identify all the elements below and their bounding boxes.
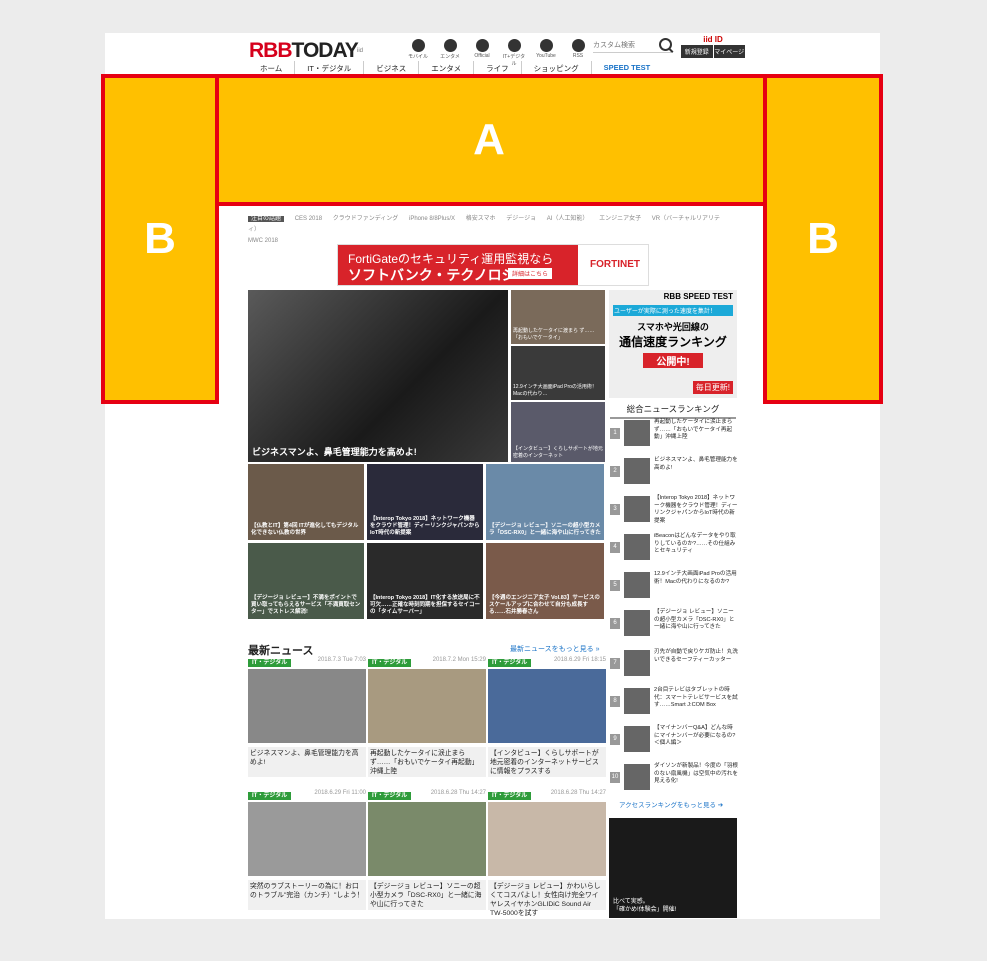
- search-icon[interactable]: [659, 38, 672, 51]
- hero-caption: ビジネスマンよ、鼻毛管理能力を高めよ!: [252, 447, 417, 457]
- site-logo[interactable]: RBBTODAY: [249, 39, 359, 63]
- ranking-item[interactable]: 9 【マイナンバーQ&A】どんな時にマイナンバーが必要になるの?＜個人編＞: [610, 724, 738, 758]
- logo-sub: iid: [357, 48, 364, 54]
- youtube-icon: [539, 39, 553, 52]
- ranking-item[interactable]: 7 刃先が自動で戻りケガ防止！丸洗いできるセーフティーカッター: [610, 648, 738, 682]
- topic-tags: 注目の話題 CES 2018 クラウドファンディング iPhone 8/8Plu…: [248, 214, 738, 247]
- banner-brand: FORTINET: [590, 259, 640, 270]
- ranking-item[interactable]: 6 【デジージョ レビュー】ソニーの超小型カメラ「DSC-RX0」と一緒に海や山に…: [610, 608, 738, 642]
- ranking-title: 総合ニュースランキング: [610, 403, 736, 419]
- id-logo: iid ID: [703, 35, 723, 44]
- news-card[interactable]: IT・デジタル 2018.6.28 Thu 14:27 【デジージョ レビュー】ソ…: [368, 790, 486, 910]
- id-box: iid ID 新規登録 マイページ: [681, 35, 745, 58]
- ranking-item[interactable]: 4 iBeaconはどんなデータをやり取りしているのか?……その仕組みとセキュリテ…: [610, 532, 738, 566]
- side-thumb[interactable]: 再起動したケータイに渡まら ず……「おもいでケータイ」: [511, 290, 605, 344]
- twitter-icon: [507, 39, 521, 52]
- tag-item[interactable]: 注目の話題: [248, 216, 285, 222]
- ranking-item[interactable]: 8 2台目テレビはタブレットの時代：スマートテレビサービスを試す……Smart J…: [610, 686, 738, 720]
- banner-line2: ソフトバンク・テクノロジー: [348, 267, 530, 283]
- tag-item[interactable]: MWC 2018: [248, 238, 278, 244]
- ranking-item[interactable]: 10 ダイソンが新製品！今度の「羽根のない扇風機」は空気中の汚れを見える化!: [610, 762, 738, 796]
- tag-item[interactable]: 格安スマホ: [466, 216, 496, 222]
- tag-item[interactable]: AI（人工知能）: [547, 216, 589, 222]
- news-card[interactable]: IT・デジタル 2018.7.2 Mon 15:29 再起動したケータイに涙止まら…: [368, 657, 486, 777]
- ranking-more-link[interactable]: アクセスランキングをもっと見る ➔: [619, 799, 723, 809]
- tag-item[interactable]: エンジニア女子: [599, 216, 641, 222]
- overlay-block-a: A: [211, 74, 767, 206]
- news-card[interactable]: IT・デジタル 2018.6.29 Fri 11:00 突然のラブストーリーの為に…: [248, 790, 366, 910]
- facebook-icon: [443, 39, 457, 52]
- news-card[interactable]: IT・デジタル 2018.6.29 Fri 18:15 【インタビュー】くらしサポ…: [488, 657, 606, 777]
- tag-item[interactable]: iPhone 8/8Plus/X: [409, 216, 455, 222]
- side-thumb[interactable]: 【インタビュー】くらしサポートが地元密着のインターネット: [511, 402, 605, 462]
- news-card[interactable]: IT・デジタル 2018.7.3 Tue 7:03 ビジネスマンよ、鼻毛管理能力を…: [248, 657, 366, 777]
- grid-article[interactable]: 【デジージョ レビュー】ソニーの超小型カメラ「DSC-RX0」と一緒に海や山に行…: [486, 464, 604, 540]
- rss-icon: [571, 39, 585, 52]
- banner-ad[interactable]: FortiGateのセキュリティ運用監視なら ソフトバンク・テクノロジー 詳細は…: [337, 244, 649, 286]
- hero-article[interactable]: ビジネスマンよ、鼻毛管理能力を高めよ!: [248, 290, 508, 462]
- news-card[interactable]: IT・デジタル 2018.6.28 Thu 14:27 【デジージョ レビュー】か…: [488, 790, 606, 917]
- tag-item[interactable]: クラウドファンディング: [333, 216, 399, 222]
- twitter-icon: [475, 39, 489, 52]
- ranking-item[interactable]: 5 12.9インチ大画面iPad Proの活用術！Macの代わりになるのか?: [610, 570, 738, 604]
- ranking-item[interactable]: 1 再起動したケータイに涙止まらず……「おもいでケータイ再起動」沖縄上陸: [610, 418, 738, 452]
- ranking-item[interactable]: 2 ビジネスマンよ、鼻毛管理能力を高めよ!: [610, 456, 738, 490]
- side-thumb[interactable]: 12.9インチ大画面iPad Proの活用術！Macの代わり…: [511, 346, 605, 400]
- car-ad[interactable]: 比べて実感。 「確かめ!体験会」開催!: [609, 818, 737, 918]
- latest-news-title: 最新ニュース: [248, 645, 314, 657]
- register-button[interactable]: 新規登録: [681, 45, 713, 58]
- site-header: RBBTODAY iid モバイル エンタメ Official IT+デジタル …: [105, 33, 880, 76]
- grid-article[interactable]: 【仏教とIT】第4回 ITが進化してもデジタル化できない仏教の世界: [248, 464, 364, 540]
- grid-article[interactable]: 【Interop Tokyo 2018】IT化する放送局に不可欠……正確な時刻同…: [367, 543, 483, 619]
- mypage-button[interactable]: マイページ: [713, 45, 745, 58]
- speedtest-ad[interactable]: RBB SPEED TEST ユーザーが実際に測った速度を集計！ スマホや光回線…: [609, 290, 737, 398]
- grid-article[interactable]: 【Interop Tokyo 2018】ネットワーク機器をクラウド管理！ディーリ…: [367, 464, 483, 540]
- ranking-item[interactable]: 3 【Interop Tokyo 2018】ネットワーク機器をクラウド管理！ディー…: [610, 494, 738, 528]
- grid-article[interactable]: 【今週のエンジニア女子 Vol.83】サービスのスケールアップに合わせて自分も成…: [486, 543, 604, 619]
- banner-cta[interactable]: 詳細はこちら: [508, 268, 553, 279]
- overlay-block-b-left: B: [101, 74, 219, 404]
- facebook-icon: [411, 39, 425, 52]
- tag-item[interactable]: デジージョ: [506, 216, 536, 222]
- overlay-block-b-right: B: [763, 74, 883, 404]
- grid-article[interactable]: 【デジージョ レビュー】不満をポイントで買い取ってもらえるサービス「不満買取セン…: [248, 543, 364, 619]
- tag-item[interactable]: CES 2018: [295, 216, 322, 222]
- latest-news-more-link[interactable]: 最新ニュースをもっと見る »: [510, 644, 600, 654]
